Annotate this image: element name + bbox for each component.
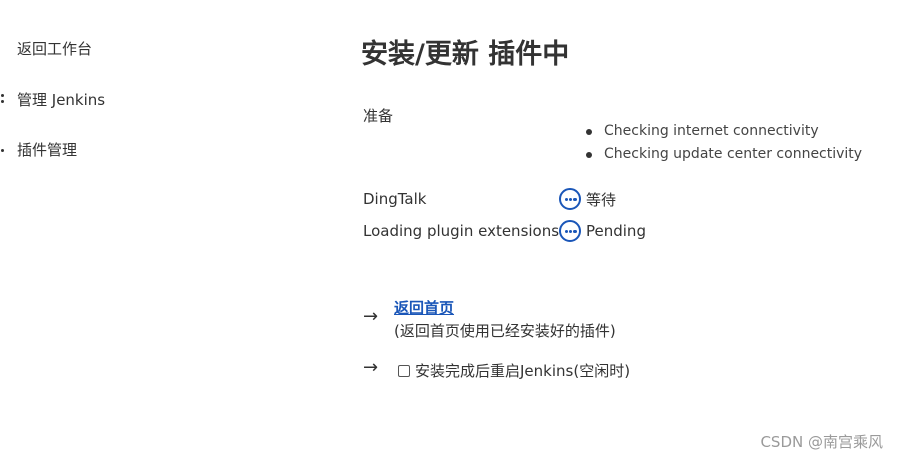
plugin-status: 等待 <box>586 190 617 209</box>
back-to-home-description: (返回首页使用已经安装好的插件) <box>394 322 616 340</box>
sidebar-item-label: 管理 Jenkins <box>17 90 106 109</box>
restart-label: 安装完成后重启Jenkins(空闲时) <box>415 362 631 380</box>
pending-icon <box>559 220 581 242</box>
page: 返回工作台 管理 Jenkins 插件管理 安装/更新 插件中 准备 Check… <box>0 0 897 461</box>
sidebar-item-manage-jenkins[interactable]: 管理 Jenkins <box>0 87 105 111</box>
watermark: CSDN @南宫乘风 <box>760 433 883 451</box>
list-item: Checking update center connectivity <box>585 144 862 167</box>
plugin-status-row: Loading plugin extensions Pending <box>363 217 646 245</box>
list-item: Checking internet connectivity <box>585 121 862 144</box>
back-to-home-link[interactable]: 返回首页 <box>394 297 454 318</box>
plug-icon <box>0 141 4 157</box>
pending-icon <box>559 188 581 210</box>
back-icon <box>0 40 4 56</box>
plugin-name: Loading plugin extensions <box>363 222 560 240</box>
sidebar-item-back-to-dashboard[interactable]: 返回工作台 <box>0 36 92 60</box>
arrow-right-icon: → <box>363 306 379 327</box>
plugin-status: Pending <box>586 222 646 240</box>
restart-after-install-option[interactable]: 安装完成后重启Jenkins(空闲时) <box>398 360 630 381</box>
sidebar-item-label: 返回工作台 <box>17 39 93 58</box>
sidebar: 返回工作台 管理 Jenkins 插件管理 <box>0 0 260 461</box>
sidebar-item-plugin-manager[interactable]: 插件管理 <box>0 137 77 161</box>
plugin-status-row: DingTalk 等待 <box>363 185 616 213</box>
gear-icon <box>0 91 4 107</box>
preparation-label: 准备 <box>363 107 394 125</box>
sidebar-item-label: 插件管理 <box>17 140 78 159</box>
preparation-list: Checking internet connectivity Checking … <box>585 121 862 167</box>
restart-checkbox[interactable] <box>398 364 410 377</box>
page-title: 安装/更新 插件中 <box>361 39 570 70</box>
arrow-right-icon: → <box>363 357 379 378</box>
plugin-name: DingTalk <box>363 190 427 208</box>
